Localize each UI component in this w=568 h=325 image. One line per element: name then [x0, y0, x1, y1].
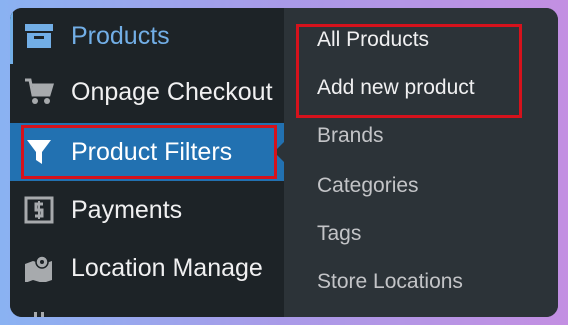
sidebar-item-label: Location Manage: [71, 253, 263, 282]
sidebar-item-products[interactable]: Products: [10, 8, 284, 64]
submenu-item-categories[interactable]: Categories: [317, 174, 419, 198]
sidebar-item-onpage-checkout[interactable]: Onpage Checkout: [10, 64, 284, 120]
submenu-item-brands[interactable]: Brands: [317, 124, 384, 148]
submenu-item-tags[interactable]: Tags: [317, 222, 361, 246]
cart-icon: [22, 75, 56, 109]
map-icon: [22, 251, 56, 285]
partial-icon: [22, 293, 56, 317]
archive-icon: [22, 19, 56, 53]
highlight-box-submenu: [296, 24, 522, 118]
sidebar-item-label: Payments: [71, 195, 183, 224]
dollar-icon: [22, 193, 56, 227]
admin-menu-frame: Products Onpage Checkout Product Filters: [10, 8, 558, 317]
sidebar-item-partial[interactable]: [10, 300, 284, 317]
sidebar-item-payments[interactable]: Payments: [10, 182, 284, 238]
highlight-box-product-filters: [21, 125, 277, 179]
sidebar-item-location-manage[interactable]: Location Manage: [10, 240, 284, 296]
sidebar-item-label: Products: [71, 21, 170, 50]
sidebar-item-label: Onpage Checkout: [71, 77, 273, 106]
current-indicator: [10, 8, 13, 64]
submenu-item-store-locations[interactable]: Store Locations: [317, 270, 463, 294]
